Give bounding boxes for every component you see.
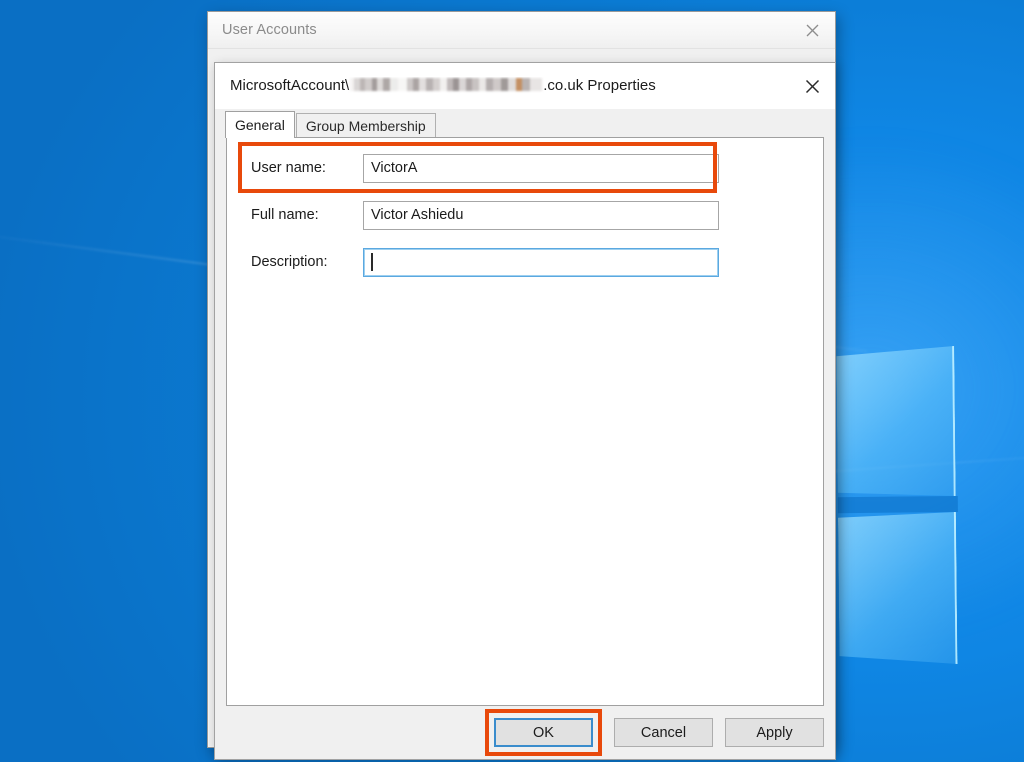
- windows-logo-pane-bottom: [838, 512, 958, 665]
- account-properties-dialog: MicrosoftAccount\ .co.uk Properties Gene…: [214, 62, 836, 760]
- ok-button-highlight-box: OK: [485, 709, 602, 756]
- apply-button[interactable]: Apply: [725, 718, 824, 747]
- ok-button[interactable]: OK: [494, 718, 593, 747]
- user-name-row: User name:: [251, 153, 719, 183]
- close-icon: [805, 79, 820, 93]
- properties-title-prefix: MicrosoftAccount\: [230, 77, 350, 94]
- properties-tabstrip: General Group Membership: [215, 109, 835, 138]
- properties-title-suffix: .co.uk Properties: [543, 77, 656, 94]
- user-accounts-window: User Accounts MicrosoftAccount\ .co.uk P…: [207, 11, 836, 760]
- properties-titlebar: MicrosoftAccount\ .co.uk Properties: [215, 63, 835, 109]
- windows-logo-divider: [837, 495, 958, 514]
- user-accounts-titlebar: User Accounts: [208, 12, 835, 49]
- full-name-input[interactable]: [363, 200, 719, 230]
- windows-logo: [836, 335, 1024, 705]
- redacted-email-text: [350, 78, 543, 91]
- properties-close-button[interactable]: [790, 63, 835, 109]
- description-row: Description:: [251, 247, 719, 277]
- full-name-row: Full name:: [251, 200, 719, 230]
- user-name-label: User name:: [251, 160, 326, 176]
- properties-title: MicrosoftAccount\ .co.uk Properties: [230, 77, 779, 94]
- full-name-label: Full name:: [251, 207, 319, 223]
- close-icon: [806, 24, 819, 36]
- tab-group-membership[interactable]: Group Membership: [295, 113, 436, 137]
- dialog-button-bar: OK Cancel Apply: [215, 706, 835, 759]
- description-input[interactable]: [363, 247, 719, 277]
- windows-logo-pane-top: [836, 346, 956, 497]
- description-label: Description:: [251, 254, 328, 270]
- user-accounts-close-button[interactable]: [790, 12, 835, 48]
- cancel-button[interactable]: Cancel: [614, 718, 713, 747]
- user-accounts-title: User Accounts: [222, 22, 317, 38]
- description-text-caret: [371, 253, 373, 271]
- user-name-input[interactable]: [363, 153, 719, 183]
- general-tab-panel: User name: Full name: Description:: [226, 137, 824, 706]
- tab-general[interactable]: General: [225, 111, 295, 138]
